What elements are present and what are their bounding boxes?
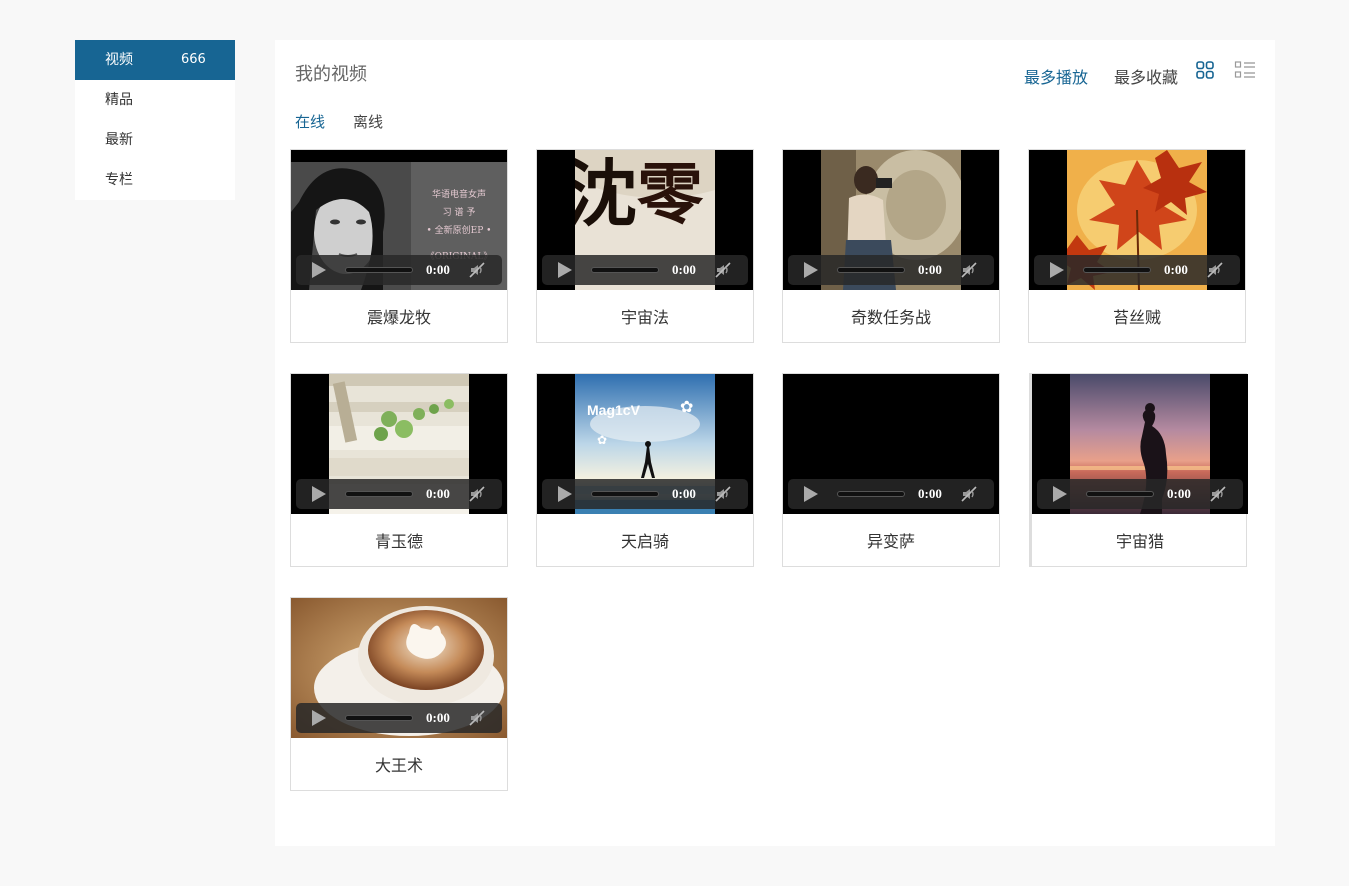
video-card[interactable]: 0:00 异变萨 xyxy=(782,373,1000,567)
video-title[interactable]: 宇宙法 xyxy=(537,290,753,342)
poster-line: 华语电音女声 xyxy=(431,190,486,200)
svg-text:✿: ✿ xyxy=(597,433,607,447)
poster-text: Mag1cV xyxy=(587,402,640,418)
svg-text:✿: ✿ xyxy=(680,397,693,416)
player-controls: 0:00 xyxy=(542,479,748,509)
video-title[interactable]: 天启骑 xyxy=(537,514,753,566)
list-view-icon[interactable] xyxy=(1234,60,1255,80)
tab-online[interactable]: 在线 xyxy=(295,111,325,132)
player-controls: 0:00 xyxy=(1037,479,1243,509)
mute-icon[interactable] xyxy=(468,261,486,279)
seek-bar[interactable] xyxy=(345,715,413,721)
video-title[interactable]: 大王术 xyxy=(291,738,507,790)
video-title[interactable]: 宇宙猎 xyxy=(1032,514,1248,566)
play-icon[interactable] xyxy=(804,262,818,278)
video-player[interactable]: 0:00 xyxy=(1029,150,1245,290)
video-count-badge: 666 xyxy=(181,52,206,67)
video-title[interactable]: 震爆龙牧 xyxy=(291,290,507,342)
poster-line: 习 谱 予 xyxy=(442,208,476,218)
sidebar-item-featured[interactable]: 精品 xyxy=(75,80,235,120)
time-display: 0:00 xyxy=(918,262,942,277)
video-player[interactable]: 0:00 xyxy=(783,374,999,514)
video-player[interactable]: 0:00 xyxy=(1032,374,1248,514)
video-card[interactable]: ✿ ✿ Mag1cV 0:00 天启骑 xyxy=(536,373,754,567)
sidebar-item-label: 专栏 xyxy=(105,172,133,188)
player-controls: 0:00 xyxy=(542,255,748,285)
seek-bar[interactable] xyxy=(345,491,413,497)
tab-offline[interactable]: 离线 xyxy=(353,111,383,132)
play-icon[interactable] xyxy=(312,710,326,726)
video-title[interactable]: 异变萨 xyxy=(783,514,999,566)
video-card[interactable]: 华语电音女声 习 谱 予 • 全新原创EP • 《ORIGINAL》 0:00 … xyxy=(290,149,508,343)
mute-icon[interactable] xyxy=(468,709,486,727)
poster-line: 零 xyxy=(637,155,703,233)
main-panel: 我的视频 最多播放 最多收藏 在线 离线 华语电音女声 习 谱 予 • 全新原创… xyxy=(275,40,1275,846)
video-card[interactable]: 0:00 大王术 xyxy=(290,597,508,791)
play-icon[interactable] xyxy=(1053,486,1067,502)
play-icon[interactable] xyxy=(558,262,572,278)
time-display: 0:00 xyxy=(1167,486,1191,501)
play-icon[interactable] xyxy=(558,486,572,502)
sidebar-item-videos[interactable]: 视频 666 xyxy=(75,40,235,80)
sidebar: 视频 666 精品 最新 专栏 xyxy=(75,40,235,200)
time-display: 0:00 xyxy=(426,710,450,725)
player-controls: 0:00 xyxy=(296,703,502,733)
seek-bar[interactable] xyxy=(591,491,659,497)
video-card[interactable]: 0:00 奇数任务战 xyxy=(782,149,1000,343)
seek-bar[interactable] xyxy=(1083,267,1151,273)
video-card[interactable]: 0:00 青玉德 xyxy=(290,373,508,567)
seek-bar[interactable] xyxy=(837,491,905,497)
seek-bar[interactable] xyxy=(1086,491,1154,497)
player-controls: 0:00 xyxy=(296,479,502,509)
player-controls: 0:00 xyxy=(788,479,994,509)
video-player[interactable]: 0:00 xyxy=(291,374,507,514)
video-player[interactable]: 0:00 xyxy=(783,150,999,290)
mute-icon[interactable] xyxy=(960,261,978,279)
video-title[interactable]: 奇数任务战 xyxy=(783,290,999,342)
seek-bar[interactable] xyxy=(591,267,659,273)
video-player[interactable]: 沈 零 0:00 xyxy=(537,150,753,290)
poster-line: 沈 xyxy=(575,154,638,236)
video-card[interactable]: 0:00 苔丝贼 xyxy=(1028,149,1246,343)
mute-icon[interactable] xyxy=(1206,261,1224,279)
sidebar-item-label: 视频 xyxy=(105,52,133,68)
play-icon[interactable] xyxy=(804,486,818,502)
time-display: 0:00 xyxy=(1164,262,1188,277)
time-display: 0:00 xyxy=(672,262,696,277)
video-player[interactable]: 华语电音女声 习 谱 予 • 全新原创EP • 《ORIGINAL》 0:00 xyxy=(291,150,507,290)
time-display: 0:00 xyxy=(918,486,942,501)
player-controls: 0:00 xyxy=(788,255,994,285)
time-display: 0:00 xyxy=(426,486,450,501)
video-player[interactable]: 0:00 xyxy=(291,598,507,738)
play-icon[interactable] xyxy=(1050,262,1064,278)
page-title: 我的视频 xyxy=(295,64,367,85)
time-display: 0:00 xyxy=(426,262,450,277)
mute-icon[interactable] xyxy=(960,485,978,503)
video-title[interactable]: 苔丝贼 xyxy=(1029,290,1245,342)
poster-line: • 全新原创EP • xyxy=(426,226,492,236)
play-icon[interactable] xyxy=(312,486,326,502)
mute-icon[interactable] xyxy=(1209,485,1227,503)
mute-icon[interactable] xyxy=(468,485,486,503)
video-player[interactable]: ✿ ✿ Mag1cV 0:00 xyxy=(537,374,753,514)
sort-most-favorited-link[interactable]: 最多收藏 xyxy=(1114,64,1178,88)
sidebar-item-label: 精品 xyxy=(105,92,133,108)
video-title[interactable]: 青玉德 xyxy=(291,514,507,566)
player-controls: 0:00 xyxy=(296,255,502,285)
seek-bar[interactable] xyxy=(345,267,413,273)
seek-bar[interactable] xyxy=(837,267,905,273)
mute-icon[interactable] xyxy=(714,261,732,279)
sidebar-item-latest[interactable]: 最新 xyxy=(75,120,235,160)
grid-view-icon[interactable] xyxy=(1195,60,1215,80)
video-card[interactable]: 0:00 宇宙猎 xyxy=(1029,373,1248,567)
sidebar-item-label: 最新 xyxy=(105,132,133,148)
poster-text: 华语电音女声 习 谱 予 • 全新原创EP • 《ORIGINAL》 xyxy=(411,186,507,266)
player-controls: 0:00 xyxy=(1034,255,1240,285)
mute-icon[interactable] xyxy=(714,485,732,503)
sort-most-played-link[interactable]: 最多播放 xyxy=(1024,64,1088,88)
video-card[interactable]: 沈 零 0:00 宇宙法 xyxy=(536,149,754,343)
time-display: 0:00 xyxy=(672,486,696,501)
play-icon[interactable] xyxy=(312,262,326,278)
sidebar-item-column[interactable]: 专栏 xyxy=(75,160,235,200)
